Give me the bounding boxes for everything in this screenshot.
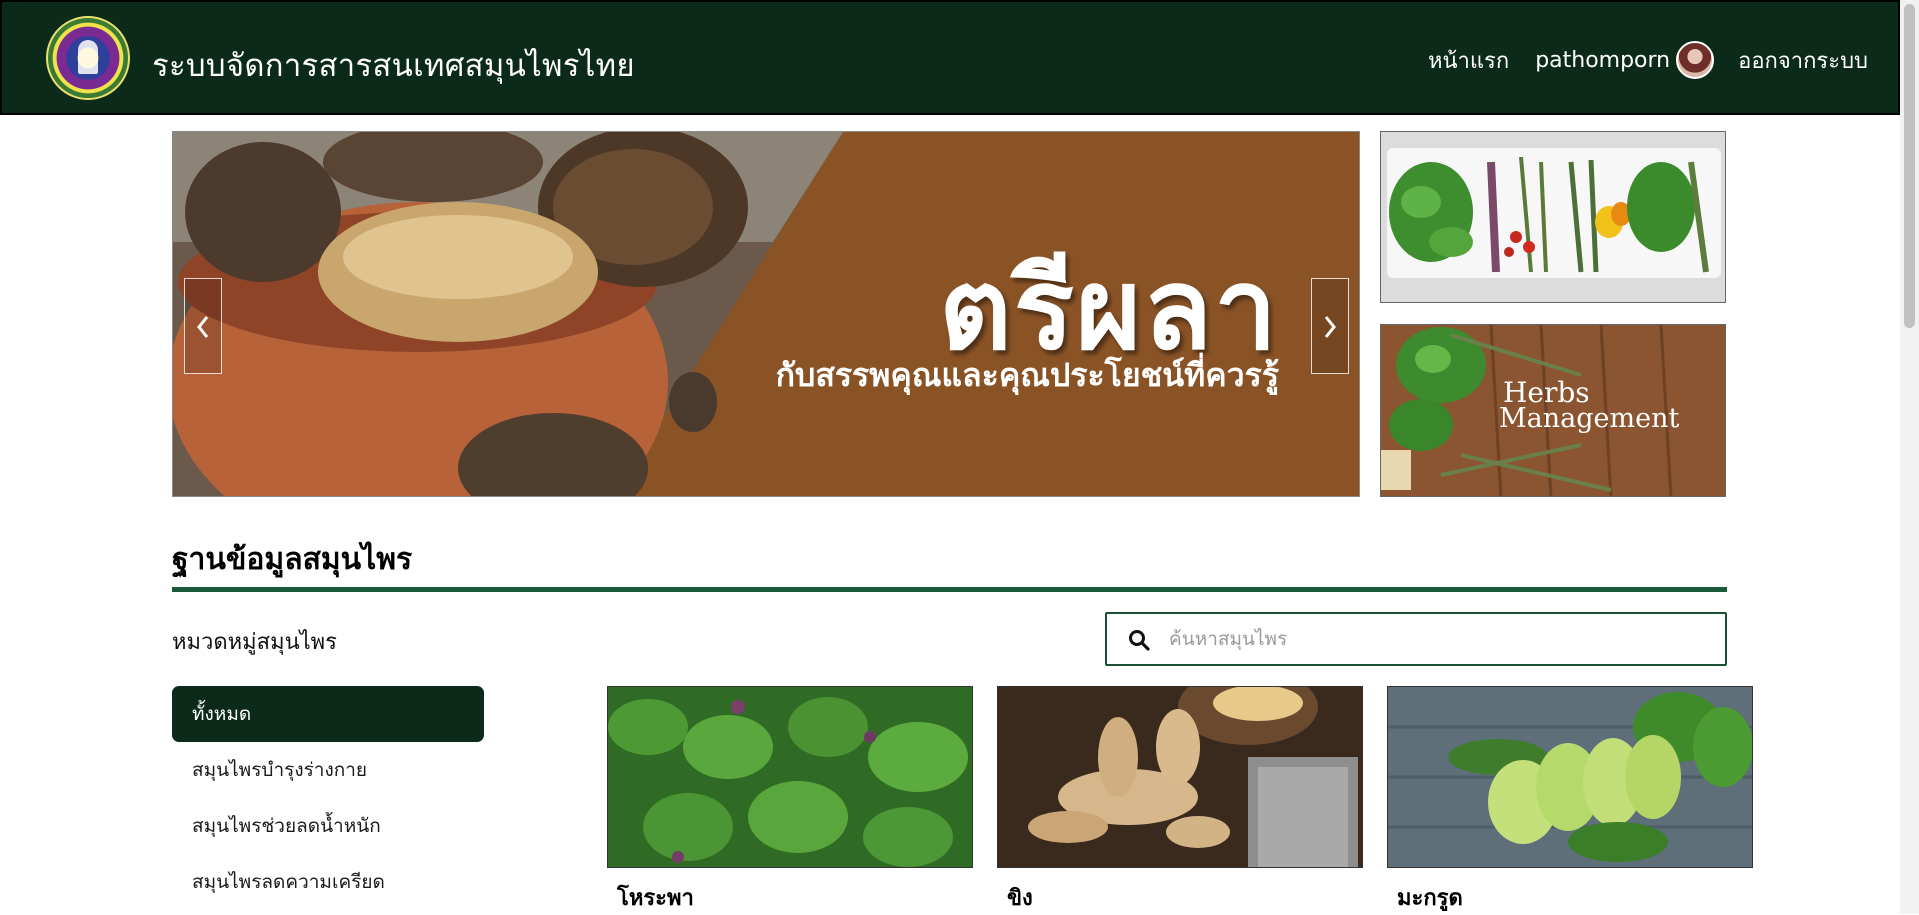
search-box xyxy=(1105,612,1727,666)
search-input[interactable] xyxy=(1167,622,1707,656)
username-label[interactable]: pathomporn xyxy=(1535,48,1670,73)
chevron-left-icon xyxy=(197,316,209,338)
herb-card[interactable]: โหระพา xyxy=(607,686,973,914)
herb-image[interactable] xyxy=(1387,686,1753,868)
carousel-prev-button[interactable] xyxy=(184,278,222,374)
category-heading: หมวดหมู่สมุนไพร xyxy=(172,630,337,655)
chevron-right-icon xyxy=(1324,316,1336,338)
herbs-plate-image xyxy=(1381,132,1725,302)
herb-image[interactable] xyxy=(607,686,973,868)
nav-links: หน้าแรก pathomporn ออกจากระบบ xyxy=(1428,41,1868,79)
university-logo[interactable] xyxy=(46,16,130,100)
user-avatar[interactable] xyxy=(1676,41,1715,79)
category-item-stress-relief[interactable]: สมุนไพรลดความเครียด xyxy=(172,854,484,910)
herb-image[interactable] xyxy=(997,686,1363,868)
category-item-all[interactable]: ทั้งหมด xyxy=(172,686,484,742)
search-icon[interactable] xyxy=(1127,628,1151,652)
logout-link[interactable]: ออกจากระบบ xyxy=(1738,43,1868,78)
herb-name[interactable]: โหระพา xyxy=(617,880,694,915)
herbs-management-text: Herbs Management xyxy=(1499,379,1679,433)
slide-subtitle: กับสรรพคุณและคุณประโยชน์ที่ควรรู้ xyxy=(775,356,1279,394)
hero-carousel: ตรีผลา กับสรรพคุณและคุณประโยชน์ที่ควรรู้ xyxy=(172,131,1360,497)
top-navbar: ระบบจัดการสารสนเทศสมุนไพรไทย หน้าแรก pat… xyxy=(0,0,1900,115)
page-scrollbar[interactable] xyxy=(1900,0,1919,914)
herb-name[interactable]: ขิง xyxy=(1007,880,1033,915)
herbs-management-banner[interactable]: Herbs Management xyxy=(1380,324,1726,497)
section-title: ฐานข้อมูลสมุนไพร xyxy=(172,542,413,577)
carousel-next-button[interactable] xyxy=(1311,278,1349,374)
herb-name[interactable]: มะกรูด xyxy=(1397,880,1463,915)
herb-card[interactable]: มะกรูด xyxy=(1387,686,1753,914)
scrollbar-thumb[interactable] xyxy=(1904,4,1915,328)
herb-card[interactable]: ขิง xyxy=(997,686,1363,914)
nav-home-link[interactable]: หน้าแรก xyxy=(1428,43,1509,78)
category-item-tonic[interactable]: สมุนไพรบำรุงร่างกาย xyxy=(172,742,484,798)
category-list: ทั้งหมด สมุนไพรบำรุงร่างกาย สมุนไพรช่วยล… xyxy=(172,686,484,910)
category-item-weight-loss[interactable]: สมุนไพรช่วยลดน้ำหนัก xyxy=(172,798,484,854)
herbs-plate-banner[interactable] xyxy=(1380,131,1726,303)
herbs-management-line2: Management xyxy=(1499,403,1680,434)
section-divider xyxy=(172,587,1727,592)
app-title[interactable]: ระบบจัดการสารสนเทศสมุนไพรไทย xyxy=(152,40,635,90)
